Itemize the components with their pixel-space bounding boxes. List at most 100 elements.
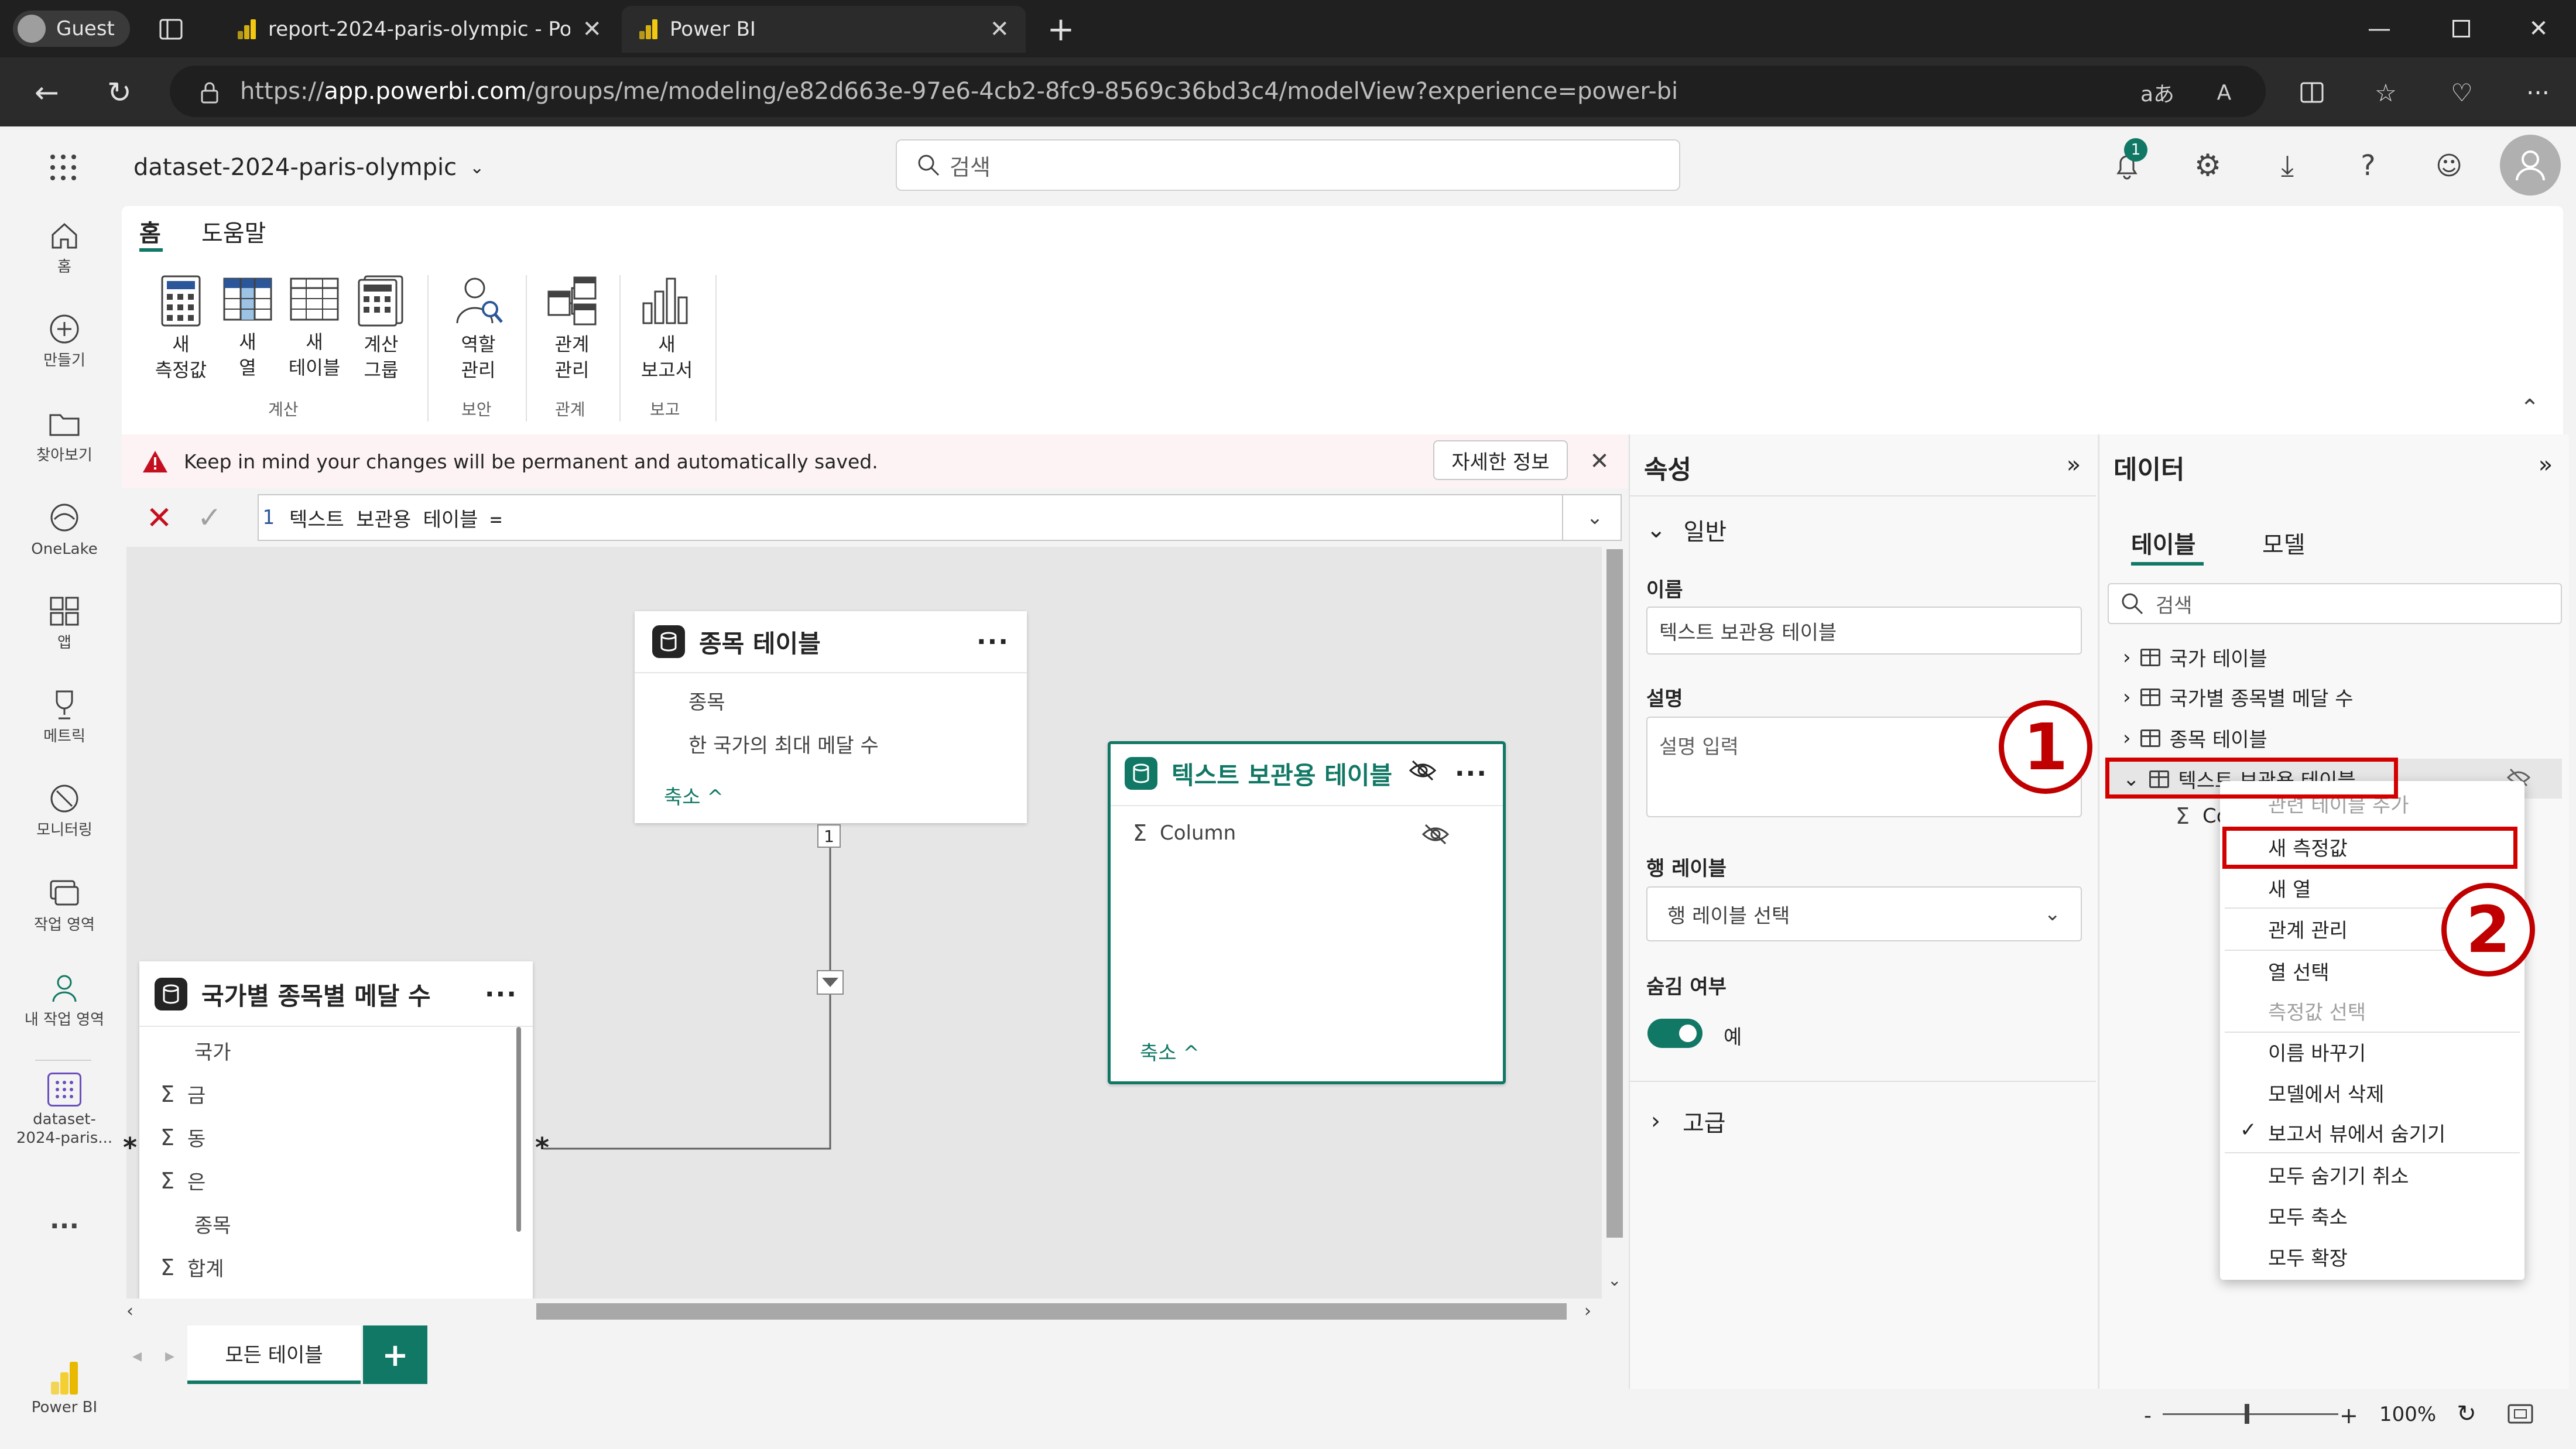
commit-formula-icon[interactable]: ✓ (191, 499, 228, 536)
fit-to-screen-icon[interactable] (2506, 1400, 2535, 1427)
tab-scroll-right-icon[interactable]: ▸ (159, 1341, 180, 1370)
rail-item-onelake[interactable]: OneLake (7, 499, 122, 559)
table-name-input[interactable]: 텍스트 보관용 테이블 (1646, 607, 2082, 655)
read-aloud-icon[interactable]: A (2204, 74, 2245, 111)
table-card-sports[interactable]: 종목 테이블 ··· 종목 한 국가의 최대 메달 수 축소 ^ (635, 611, 1027, 823)
rail-item-monitoring[interactable]: 모니터링 (7, 780, 122, 840)
browser-essentials-icon[interactable]: ♡ (2441, 74, 2482, 111)
tab-model[interactable]: 모델 (2262, 526, 2306, 560)
rail-item-dataset[interactable]: dataset-2024-paris... (7, 1073, 122, 1147)
scrollbar-thumb[interactable] (1606, 549, 1623, 1238)
expand-formula-chevron-icon[interactable]: ⌄ (1577, 501, 1612, 534)
section-general-header[interactable]: ⌄ 일반 (1646, 513, 1727, 547)
new-report-button[interactable]: 새 보고서 (635, 275, 699, 383)
rail-item-metrics[interactable]: 메트릭 (7, 686, 122, 746)
field-row[interactable]: 종목 (194, 1210, 231, 1238)
canvas-vertical-scrollbar[interactable]: ⌄ (1602, 547, 1628, 1301)
download-icon[interactable]: ⤓ (2267, 145, 2308, 186)
scrollbar-thumb[interactable] (536, 1303, 1567, 1320)
tree-item-sports-table[interactable]: › 종목 테이블 (2123, 724, 2267, 752)
browser-tab-report[interactable]: report-2024-paris-olympic - Powe ✕ (220, 6, 618, 53)
layout-tab-all-tables[interactable]: 모든 테이블 (187, 1325, 361, 1384)
field-row[interactable]: 종목 (688, 686, 725, 715)
reset-zoom-icon[interactable]: ↻ (2452, 1399, 2481, 1429)
help-icon[interactable]: ? (2348, 145, 2389, 186)
minimize-icon[interactable]: — (2342, 0, 2417, 57)
account-avatar-icon[interactable] (2500, 135, 2561, 196)
collapse-card-button[interactable]: 축소 ^ (1140, 1037, 1200, 1066)
collapse-ribbon-icon[interactable]: ⌃ (2515, 393, 2544, 423)
app-launcher-icon[interactable] (41, 145, 85, 190)
tab-actions-icon[interactable] (153, 12, 189, 47)
tree-item-medals-table[interactable]: › 국가별 종목별 메달 수 (2123, 683, 2354, 711)
add-layout-button[interactable]: + (363, 1325, 427, 1384)
profile-button[interactable]: Guest (13, 11, 130, 47)
dataset-name-dropdown[interactable]: dataset-2024-paris-olympic ⌄ (133, 150, 484, 185)
close-tab-icon[interactable]: ✕ (989, 16, 1009, 43)
dismiss-warning-icon[interactable]: ✕ (1582, 444, 1617, 479)
menu-item-rename[interactable]: 이름 바꾸기 (2268, 1037, 2366, 1066)
table-card-text-storage[interactable]: 텍스트 보관용 테이블 ··· Σ Column 축소 ^ (1108, 741, 1506, 1084)
canvas-horizontal-scrollbar[interactable]: ‹ › (126, 1299, 1602, 1324)
new-measure-button[interactable]: 새 측정값 (149, 275, 213, 383)
powerbi-logo[interactable]: Power BI (7, 1362, 122, 1417)
new-column-button[interactable]: 새 열 (215, 275, 280, 381)
more-options-icon[interactable]: ··· (977, 627, 1009, 657)
rail-item-create[interactable]: 만들기 (7, 310, 122, 370)
field-row[interactable]: Σ 합계 (160, 1253, 224, 1282)
zoom-level[interactable]: 100% (2379, 1403, 2436, 1426)
menu-item-unhide-all[interactable]: 모두 숨기기 취소 (2268, 1160, 2409, 1189)
new-tab-icon[interactable]: + (1042, 11, 1080, 49)
table-card-medals[interactable]: 국가별 종목별 메달 수 ··· 국가 Σ금 Σ동 Σ은 종목 Σ 합계 (139, 961, 533, 1301)
menu-item-select-columns[interactable]: 열 선택 (2268, 957, 2330, 985)
global-search-input[interactable]: 검색 (896, 139, 1680, 191)
field-row[interactable]: Σ동 (160, 1123, 205, 1152)
favorites-icon[interactable]: ☆ (2365, 74, 2406, 111)
collapse-card-button[interactable]: 축소 ^ (664, 781, 724, 810)
field-row[interactable]: Σ금 (160, 1080, 205, 1108)
browser-menu-icon[interactable]: ··· (2517, 74, 2558, 111)
card-scrollbar[interactable] (516, 1027, 521, 1232)
zoom-slider-thumb[interactable] (2245, 1404, 2249, 1424)
menu-item-new-column[interactable]: 새 열 (2268, 873, 2311, 902)
tab-scroll-left-icon[interactable]: ◂ (126, 1341, 148, 1370)
menu-item-expand-all[interactable]: 모두 확장 (2268, 1242, 2348, 1271)
translate-icon[interactable]: aあ (2137, 74, 2178, 111)
scroll-left-icon[interactable]: ‹ (126, 1301, 133, 1321)
field-row[interactable]: 국가 (194, 1036, 231, 1065)
url-field[interactable]: https://app.powerbi.com/groups/me/modeli… (170, 66, 2266, 117)
rail-item-apps[interactable]: 앱 (7, 592, 122, 652)
lock-icon[interactable] (193, 76, 226, 109)
zoom-out-button[interactable]: - (2144, 1404, 2152, 1428)
tab-home[interactable]: 홈 (139, 214, 161, 248)
zoom-in-button[interactable]: + (2339, 1403, 2358, 1429)
row-label-select[interactable]: 행 레이블 선택 ⌄ (1646, 886, 2082, 941)
rail-item-workspaces[interactable]: 작업 영역 (7, 875, 122, 934)
collapse-pane-icon[interactable]: » (2533, 451, 2558, 478)
manage-relationships-button[interactable]: 관계 관리 (540, 275, 604, 383)
data-search-input[interactable]: 검색 (2108, 583, 2562, 624)
manage-roles-button[interactable]: 역할 관리 (446, 275, 511, 383)
field-row[interactable]: 한 국가의 최대 메달 수 (688, 729, 879, 758)
section-advanced-header[interactable]: › 고급 (1651, 1104, 1726, 1138)
more-options-icon[interactable]: ··· (485, 979, 518, 1009)
scroll-down-icon[interactable]: ⌄ (1608, 1270, 1621, 1290)
formula-input[interactable]: 1 텍스트 보관용 테이블 = (258, 494, 1622, 541)
collapse-pane-icon[interactable]: » (2061, 451, 2087, 478)
close-window-icon[interactable]: ✕ (2501, 0, 2576, 57)
tree-item-country-table[interactable]: › 국가 테이블 (2123, 643, 2267, 672)
menu-item-select-measures[interactable]: 측정값 선택 (2268, 996, 2366, 1025)
more-info-button[interactable]: 자세한 정보 (1433, 440, 1568, 480)
rail-item-home[interactable]: 홈 (7, 217, 122, 276)
menu-item-manage-relationships[interactable]: 관계 관리 (2268, 914, 2348, 943)
close-tab-icon[interactable]: ✕ (582, 16, 602, 43)
field-row[interactable]: Σ은 (160, 1166, 205, 1195)
rail-item-browse[interactable]: 찾아보기 (7, 405, 122, 465)
zoom-slider-track[interactable] (2163, 1413, 2338, 1415)
cancel-formula-icon[interactable]: ✕ (141, 499, 178, 536)
rail-item-my-workspace[interactable]: 내 작업 영역 (7, 970, 122, 1029)
back-icon[interactable]: ← (23, 70, 70, 115)
browser-tab-powerbi[interactable]: Power BI ✕ (622, 6, 1026, 53)
hidden-toggle[interactable] (1647, 1019, 1703, 1048)
scroll-right-icon[interactable]: › (1584, 1301, 1591, 1321)
